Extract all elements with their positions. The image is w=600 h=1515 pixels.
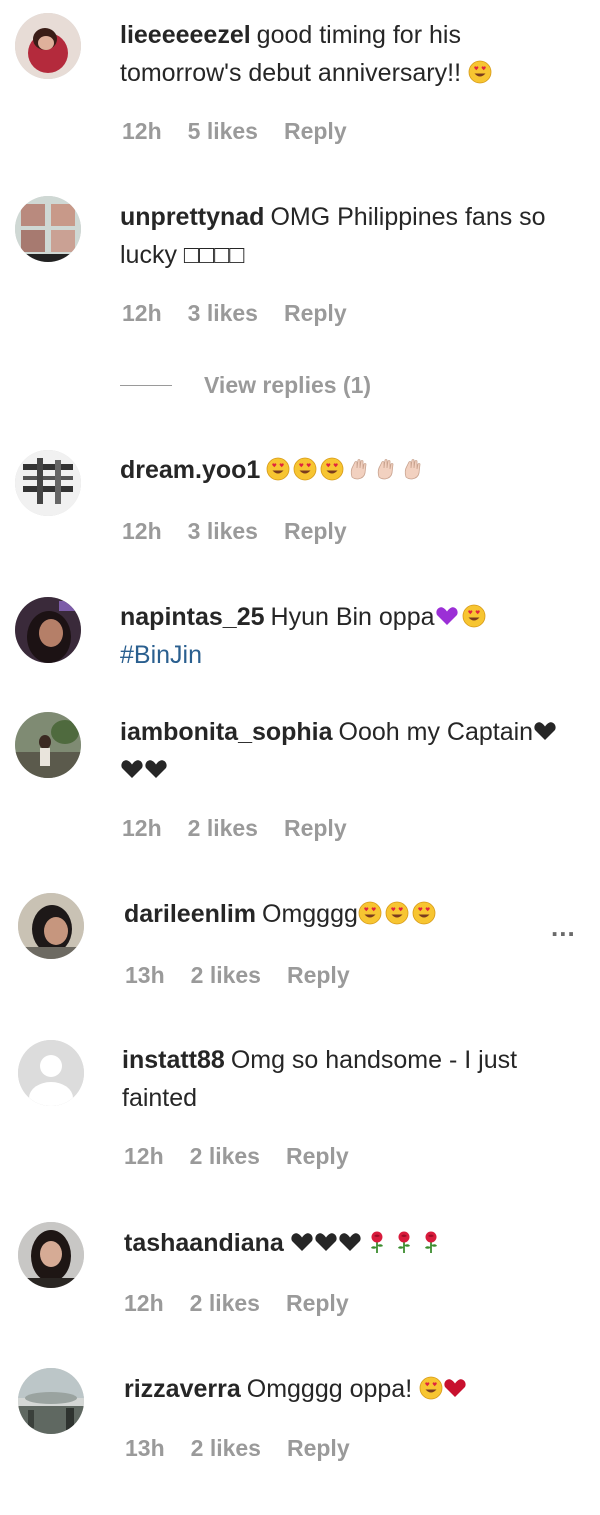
comment-likes[interactable]: 5 likes	[188, 118, 258, 144]
reply-button[interactable]: Reply	[287, 1435, 350, 1461]
heart-eyes-icon	[385, 901, 409, 925]
comment-meta: 13h 2 likes Reply	[125, 1435, 376, 1462]
comment-likes[interactable]: 3 likes	[188, 518, 258, 544]
black-heart-icon	[144, 757, 168, 781]
comment-time: 12h	[122, 118, 162, 144]
comment-time: 12h	[124, 1143, 164, 1169]
comment-username[interactable]: lieeeeeezel	[120, 21, 251, 49]
comment-time: 13h	[125, 962, 165, 988]
comment-time: 13h	[125, 1435, 165, 1461]
heart-eyes-icon	[266, 457, 290, 481]
reply-button[interactable]: Reply	[286, 1290, 349, 1316]
reply-button[interactable]: Reply	[284, 815, 347, 841]
black-heart-icon	[120, 757, 144, 781]
comment-likes[interactable]: 2 likes	[190, 1143, 260, 1169]
heart-eyes-icon	[293, 457, 317, 481]
heart-eyes-icon	[320, 457, 344, 481]
black-heart-icon	[314, 1230, 338, 1254]
comment-likes[interactable]: 2 likes	[188, 815, 258, 841]
comment-meta: 13h 2 likes Reply	[125, 962, 376, 989]
view-replies-button[interactable]: View replies (1)	[120, 372, 371, 399]
avatar[interactable]	[15, 13, 81, 79]
comment-body: unprettynad OMG Philippines fans so lucky…	[120, 198, 560, 274]
comment-time: 12h	[122, 815, 162, 841]
black-heart-icon	[533, 719, 557, 743]
comment-username[interactable]: rizzaverra	[124, 1375, 241, 1403]
clapping-hands-icon	[347, 457, 371, 481]
comment-username[interactable]: iambonita_sophia	[120, 718, 333, 746]
rose-icon	[365, 1230, 389, 1254]
clapping-hands-icon	[374, 457, 398, 481]
avatar[interactable]	[18, 1040, 84, 1106]
comment-body: dream.yoo1	[120, 451, 560, 489]
comment-text: Omgggg	[262, 900, 358, 928]
black-heart-icon	[290, 1230, 314, 1254]
comment-text: Omgggg oppa!	[246, 1375, 413, 1403]
avatar[interactable]	[18, 1368, 84, 1434]
comment-username[interactable]: napintas_25	[120, 603, 265, 631]
comment-body: darileenlim Omgggg	[124, 895, 564, 933]
comment-meta: 12h 3 likes Reply	[122, 300, 373, 327]
comment-meta: 12h 2 likes Reply	[124, 1290, 375, 1317]
avatar[interactable]	[15, 196, 81, 262]
comment-username[interactable]: instatt88	[122, 1046, 225, 1074]
comment-meta: 12h 3 likes Reply	[122, 518, 373, 545]
comment-username[interactable]: darileenlim	[124, 900, 256, 928]
comment-time: 12h	[122, 300, 162, 326]
avatar[interactable]	[15, 597, 81, 663]
reply-button[interactable]: Reply	[284, 118, 347, 144]
comment-body: tashaandiana	[124, 1224, 564, 1262]
comment-username[interactable]: tashaandiana	[124, 1229, 284, 1257]
heart-eyes-icon	[419, 1376, 443, 1400]
black-heart-icon	[338, 1230, 362, 1254]
avatar[interactable]	[18, 1222, 84, 1288]
reply-button[interactable]: Reply	[287, 962, 350, 988]
avatar[interactable]	[15, 712, 81, 778]
purple-heart-icon	[435, 604, 459, 628]
clapping-hands-icon	[401, 457, 425, 481]
view-replies-label: View replies (1)	[204, 372, 372, 398]
divider-line	[120, 385, 172, 386]
comment-meta: 12h 2 likes Reply	[122, 815, 373, 842]
comment-body: lieeeeeezel good timing for his tomorrow'…	[120, 16, 560, 92]
heart-eyes-icon	[462, 604, 486, 628]
comment-body: napintas_25 Hyun Bin oppa #BinJin	[120, 598, 560, 674]
red-heart-icon	[443, 1376, 467, 1400]
heart-eyes-icon	[412, 901, 436, 925]
comment-likes[interactable]: 2 likes	[191, 1435, 261, 1461]
comment-body: instatt88 Omg so handsome - I just fainte…	[122, 1041, 562, 1117]
comment-time: 12h	[124, 1290, 164, 1316]
comment-username[interactable]: dream.yoo1	[120, 456, 260, 484]
hashtag-link[interactable]: #BinJin	[120, 641, 202, 669]
reply-button[interactable]: Reply	[284, 300, 347, 326]
comment-body: rizzaverra Omgggg oppa!	[124, 1370, 564, 1408]
heart-eyes-icon	[468, 60, 492, 84]
avatar[interactable]	[15, 450, 81, 516]
comment-meta: 12h 5 likes Reply	[122, 118, 373, 145]
comment-likes[interactable]: 3 likes	[188, 300, 258, 326]
avatar[interactable]	[18, 893, 84, 959]
comment-likes[interactable]: 2 likes	[190, 1290, 260, 1316]
comment-meta: 12h 2 likes Reply	[124, 1143, 375, 1170]
heart-eyes-icon	[358, 901, 382, 925]
rose-icon	[392, 1230, 416, 1254]
comment-text: Hyun Bin oppa	[270, 603, 435, 631]
comment-time: 12h	[122, 518, 162, 544]
comment-username[interactable]: unprettynad	[120, 203, 264, 231]
comment-likes[interactable]: 2 likes	[191, 962, 261, 988]
reply-button[interactable]: Reply	[286, 1143, 349, 1169]
rose-icon	[419, 1230, 443, 1254]
comment-body: iambonita_sophia Oooh my Captain	[120, 713, 560, 789]
more-options-icon[interactable]: ...	[551, 912, 576, 943]
comment-text: Oooh my Captain	[338, 718, 534, 746]
reply-button[interactable]: Reply	[284, 518, 347, 544]
